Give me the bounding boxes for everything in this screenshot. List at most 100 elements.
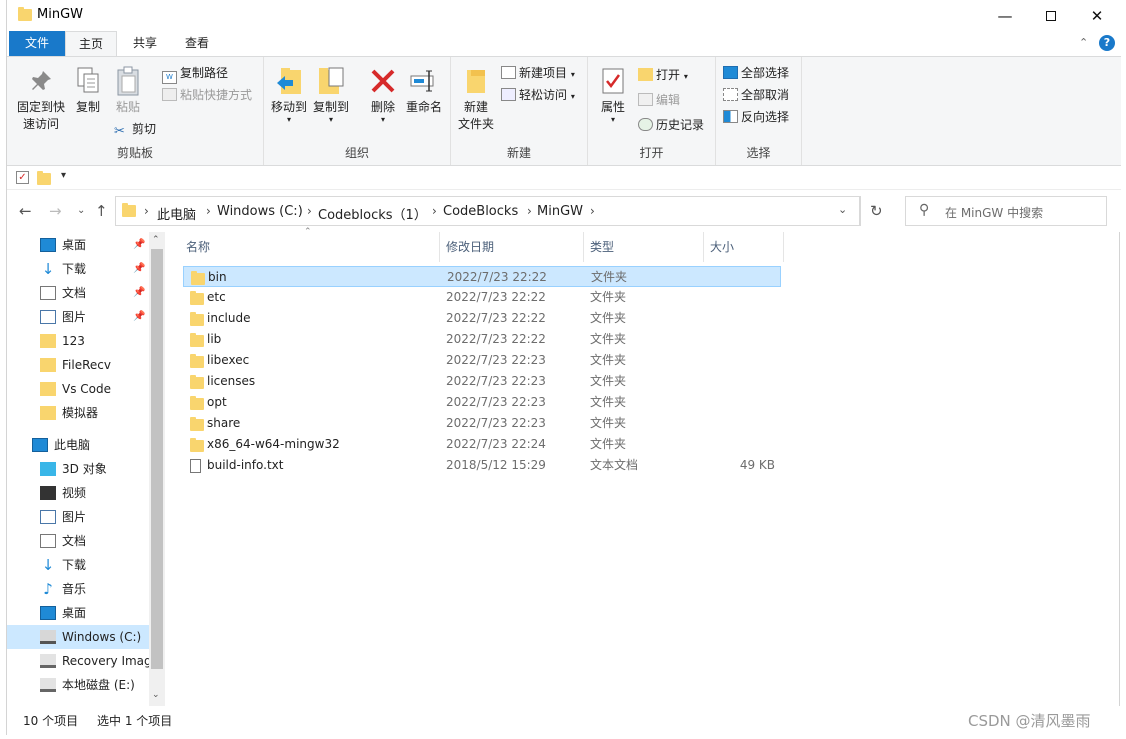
sidebar-item-this-pc-child[interactable]: 图片 [7, 505, 149, 529]
file-row[interactable]: bin 2022/7/23 22:22 文件夹 [183, 266, 781, 287]
sidebar-item-this-pc[interactable]: 此电脑 [7, 433, 149, 457]
back-icon[interactable]: ← [19, 202, 32, 220]
help-icon[interactable]: ? [1099, 35, 1115, 51]
picture-icon [40, 510, 56, 524]
address-bar[interactable]: › 此电脑 › Windows (C:) › Codeblocks（1） › C… [115, 196, 883, 226]
move-to-button[interactable]: 移动到 ▾ [270, 65, 308, 124]
sidebar-item-this-pc-child[interactable]: 桌面 [7, 601, 149, 625]
sidebar-item-this-pc-child[interactable]: 视频 [7, 481, 149, 505]
chevron-right-icon[interactable]: › [527, 204, 532, 218]
properties-button[interactable]: 属性 ▾ [596, 65, 630, 124]
chevron-right-icon[interactable]: › [206, 204, 211, 218]
tab-home[interactable]: 主页 [65, 31, 117, 56]
column-header-date[interactable]: 修改日期 [440, 232, 584, 262]
search-box[interactable]: ⚲ 在 MinGW 中搜索 [905, 196, 1107, 226]
column-header-name[interactable]: 名称 [180, 232, 440, 262]
copy-to-button[interactable]: 复制到 ▾ [312, 65, 350, 124]
sidebar-item-quick-access[interactable]: ↓ 下载 📌 [7, 257, 149, 281]
file-row[interactable]: build-info.txt 2018/5/12 15:29 文本文档 49 KB [183, 455, 781, 476]
breadcrumb-mingw[interactable]: MinGW [537, 204, 583, 219]
sidebar-item-quick-access[interactable]: 模拟器 [7, 401, 149, 425]
chevron-right-icon[interactable]: › [590, 204, 595, 218]
customize-toolbar-icon[interactable]: ▾ [61, 170, 66, 181]
delete-button[interactable]: 删除 ▾ [366, 65, 400, 124]
chevron-right-icon[interactable]: › [307, 204, 312, 218]
file-row[interactable]: lib 2022/7/23 22:22 文件夹 [183, 329, 781, 350]
folder-icon [190, 291, 204, 305]
new-folder-icon[interactable] [37, 171, 51, 185]
sidebar-item-quick-access[interactable]: Vs Code [7, 377, 149, 401]
select-all-button[interactable]: 全部选择 [723, 63, 789, 83]
pin-icon[interactable]: 📌 [133, 257, 145, 281]
pin-icon[interactable]: 📌 [133, 281, 145, 305]
file-row[interactable]: opt 2022/7/23 22:23 文件夹 [183, 392, 781, 413]
file-date: 2022/7/23 22:24 [446, 437, 546, 451]
column-header-type[interactable]: 类型 [584, 232, 704, 262]
copy-button[interactable]: 复制 [71, 65, 105, 116]
pin-icon[interactable]: 📌 [133, 305, 145, 329]
sidebar-item-quick-access[interactable]: 文档 📌 [7, 281, 149, 305]
edit-button[interactable]: 编辑 [638, 90, 680, 110]
document-icon [40, 286, 56, 300]
sidebar-item-this-pc-child[interactable]: 文档 [7, 529, 149, 553]
file-row[interactable]: share 2022/7/23 22:23 文件夹 [183, 413, 781, 434]
sidebar-item-this-pc-child[interactable]: 本地磁盘 (E:) [7, 673, 149, 697]
pin-quick-access-button[interactable]: 固定到快 速访问 [13, 65, 69, 133]
scroll-down-icon[interactable]: ⌄ [152, 690, 160, 700]
copy-path-button[interactable]: W 复制路径 [162, 63, 228, 84]
folder-icon [191, 271, 205, 285]
close-button[interactable]: ✕ [1074, 0, 1120, 31]
collapse-ribbon-icon[interactable]: ⌃ [1079, 36, 1088, 49]
file-name: opt [207, 395, 227, 409]
breadcrumb-codeblocks[interactable]: CodeBlocks [443, 204, 518, 219]
column-header-size[interactable]: 大小 [704, 232, 784, 262]
file-row[interactable]: x86_64-w64-mingw32 2022/7/23 22:24 文件夹 [183, 434, 781, 455]
sidebar-scroll-thumb[interactable] [151, 249, 163, 669]
breadcrumb-codeblocks-1[interactable]: Codeblocks（1） [318, 204, 427, 223]
easy-access-button[interactable]: 轻松访问 ▾ [501, 85, 575, 105]
paste-button[interactable]: 粘贴 [111, 65, 145, 116]
sidebar-item-quick-access[interactable]: 桌面 📌 [7, 233, 149, 257]
chevron-right-icon[interactable]: › [144, 204, 149, 218]
tab-file[interactable]: 文件 [9, 31, 65, 56]
minimize-button[interactable]: — [982, 0, 1028, 31]
properties-icon [598, 65, 628, 97]
file-row[interactable]: include 2022/7/23 22:22 文件夹 [183, 308, 781, 329]
sidebar-scrollbar[interactable]: ⌃ ⌄ [149, 232, 165, 706]
tab-view[interactable]: 查看 [171, 31, 223, 56]
file-row[interactable]: licenses 2022/7/23 22:23 文件夹 [183, 371, 781, 392]
refresh-icon[interactable]: ↻ [870, 202, 883, 220]
sidebar-item-quick-access[interactable]: FileRecv [7, 353, 149, 377]
file-row[interactable]: libexec 2022/7/23 22:23 文件夹 [183, 350, 781, 371]
sidebar-item-quick-access[interactable]: 123 [7, 329, 149, 353]
sidebar-item-this-pc-child[interactable]: ♪ 音乐 [7, 577, 149, 601]
maximize-button[interactable] [1028, 0, 1074, 31]
properties-icon[interactable]: ✓ [16, 171, 29, 184]
invert-selection-button[interactable]: 反向选择 [723, 107, 789, 127]
new-folder-button[interactable]: 新建 文件夹 [455, 65, 497, 133]
up-icon[interactable]: ↑ [95, 202, 108, 220]
cut-button[interactable]: ✂ 剪切 [114, 119, 156, 139]
breadcrumb-this-pc[interactable]: 此电脑 [157, 204, 196, 223]
tab-share[interactable]: 共享 [119, 31, 171, 56]
sidebar-item-this-pc-child[interactable]: Windows (C:) [7, 625, 149, 649]
scroll-up-icon[interactable]: ⌃ [152, 235, 160, 245]
file-row[interactable]: etc 2022/7/23 22:22 文件夹 [183, 287, 781, 308]
paste-shortcut-button[interactable]: 粘贴快捷方式 [162, 85, 252, 105]
pin-icon[interactable]: 📌 [133, 233, 145, 257]
sidebar-item-this-pc-child[interactable]: 3D 对象 [7, 457, 149, 481]
rename-button[interactable]: 重命名 [404, 65, 444, 116]
open-button[interactable]: 打开 ▾ [638, 65, 688, 85]
breadcrumb-windows-c[interactable]: Windows (C:) [217, 204, 303, 219]
recent-locations-icon[interactable]: ⌄ [77, 205, 85, 216]
history-button[interactable]: 历史记录 [638, 115, 704, 135]
address-dropdown-icon[interactable]: ⌄ [838, 203, 847, 216]
select-none-button[interactable]: 全部取消 [723, 85, 789, 105]
new-item-button[interactable]: 新建项目 ▾ [501, 63, 575, 83]
nav-item-label: 此电脑 [54, 438, 91, 452]
sidebar-item-this-pc-child[interactable]: ↓ 下载 [7, 553, 149, 577]
forward-icon[interactable]: → [49, 202, 62, 220]
sidebar-item-this-pc-child[interactable]: Recovery Imag [7, 649, 149, 673]
chevron-right-icon[interactable]: › [432, 204, 437, 218]
sidebar-item-quick-access[interactable]: 图片 📌 [7, 305, 149, 329]
